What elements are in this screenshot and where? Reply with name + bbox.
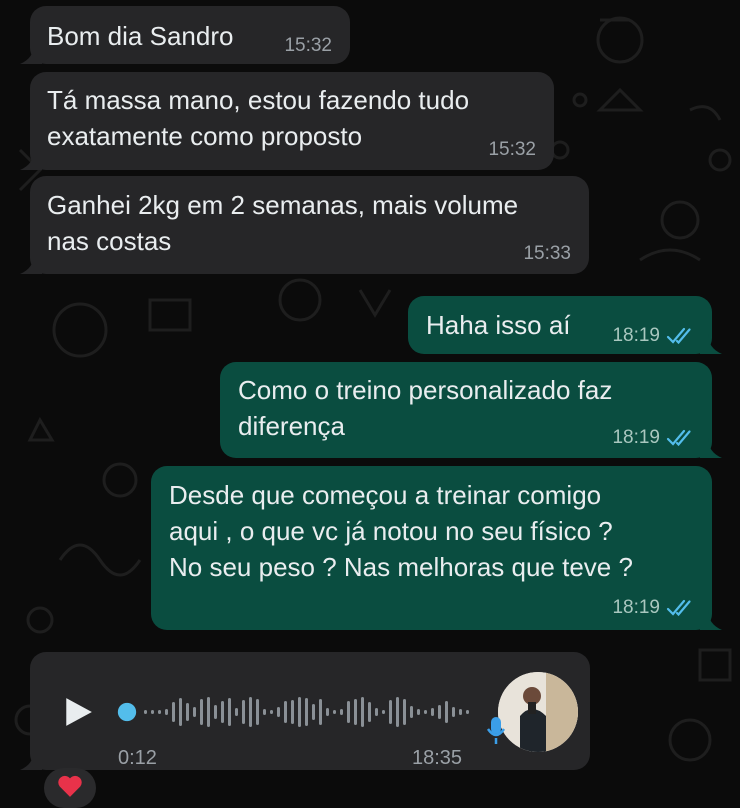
- voice-time: 18:35: [412, 747, 463, 769]
- waveform-bar: [361, 697, 364, 727]
- waveform-bar: [298, 697, 301, 727]
- message-bubble-outgoing[interactable]: Como o treino personalizado faz diferenç…: [220, 362, 722, 458]
- message-text-line: Tá massa mano, estou fazendo tudo: [47, 85, 470, 115]
- waveform-bar: [235, 708, 238, 716]
- waveform-bar: [221, 701, 224, 723]
- waveform-bar: [291, 700, 294, 724]
- message-time: 15:32: [488, 139, 536, 160]
- waveform-bar: [382, 710, 385, 714]
- waveform-bar: [179, 698, 182, 726]
- waveform-bar: [305, 698, 308, 726]
- message-time: 15:32: [284, 35, 332, 56]
- message-text-line: aqui , o que vc já notou no seu físico ?: [169, 516, 613, 546]
- voice-duration: 0:12: [118, 747, 157, 769]
- waveform-bar: [375, 708, 378, 716]
- waveform-bar: [410, 706, 413, 718]
- bubble-tail: [20, 150, 42, 170]
- waveform-bar: [431, 708, 434, 716]
- message-meta: 18:19: [612, 427, 694, 449]
- waveform-bar: [242, 700, 245, 724]
- waveform-bar: [165, 709, 168, 715]
- waveform-bar: [347, 701, 350, 723]
- waveform-bar: [256, 699, 259, 725]
- voice-message-bubble[interactable]: 0:12 18:35: [20, 652, 590, 770]
- message-bubble-outgoing[interactable]: Haha isso aí 18:19: [408, 296, 722, 354]
- heart-icon: [58, 775, 82, 797]
- bubble-tail: [700, 438, 722, 458]
- read-ticks-icon: [666, 429, 691, 447]
- waveform-bar: [417, 709, 420, 715]
- sender-avatar[interactable]: [498, 672, 578, 752]
- message-text-line: Ganhei 2kg em 2 semanas, mais volume: [47, 190, 519, 220]
- waveform-bar: [368, 702, 371, 722]
- reaction-badge[interactable]: [44, 768, 96, 808]
- read-ticks-icon: [666, 327, 691, 345]
- waveform-bar: [340, 709, 343, 715]
- waveform-bar: [193, 707, 196, 717]
- message-text-line: Como o treino personalizado faz: [238, 375, 613, 405]
- waveform-bar: [396, 697, 399, 727]
- waveform-bar: [172, 702, 175, 722]
- waveform-bar: [249, 697, 252, 727]
- waveform-bar: [445, 701, 448, 723]
- waveform-bar: [284, 701, 287, 723]
- waveform-bar: [354, 699, 357, 725]
- message-bubble-incoming[interactable]: Ganhei 2kg em 2 semanas, mais volume nas…: [20, 176, 589, 274]
- message-text-line: Haha isso aí: [426, 310, 571, 340]
- message-time: 15:33: [523, 243, 571, 264]
- bubble-tail: [20, 254, 42, 274]
- message-meta: 18:19: [612, 325, 694, 347]
- waveform-bar: [438, 705, 441, 719]
- waveform-bar: [228, 698, 231, 726]
- message-time: 18:19: [612, 325, 660, 346]
- voice-waveform[interactable]: [140, 687, 470, 737]
- message-bubble-incoming[interactable]: Bom dia Sandro 15:32: [20, 6, 350, 64]
- waveform-bar: [214, 705, 217, 719]
- waveform-bar: [270, 710, 273, 714]
- bubble-tail: [20, 750, 42, 770]
- play-icon[interactable]: [62, 696, 94, 728]
- waveform-bar: [333, 710, 336, 714]
- waveform-bar: [452, 707, 455, 717]
- waveform-bar: [263, 709, 266, 715]
- message-time: 18:19: [612, 427, 660, 448]
- waveform-bar: [200, 699, 203, 725]
- waveform-bar: [151, 710, 154, 714]
- waveform-bar: [326, 708, 329, 716]
- waveform-bar: [466, 710, 469, 714]
- waveform-bar: [207, 697, 210, 727]
- playback-progress-handle[interactable]: [116, 701, 138, 723]
- waveform-bar: [424, 710, 427, 714]
- message-text-line: nas costas: [47, 226, 172, 256]
- bubble-tail: [700, 610, 722, 630]
- waveform-bar: [158, 710, 161, 714]
- bubble-tail: [20, 44, 42, 64]
- waveform-bar: [312, 704, 315, 720]
- message-text-line: No seu peso ? Nas melhoras que teve ?: [169, 552, 633, 582]
- message-text-line: Bom dia Sandro: [47, 21, 234, 51]
- waveform-bar: [459, 709, 462, 715]
- message-text-line: diferença: [238, 411, 345, 441]
- waveform-bar: [277, 707, 280, 717]
- message-bubble-incoming[interactable]: Tá massa mano, estou fazendo tudo exatam…: [20, 72, 554, 170]
- read-ticks-icon: [666, 599, 691, 617]
- waveform-bar: [389, 700, 392, 724]
- waveform-bar: [319, 699, 322, 725]
- message-text-line: exatamente como proposto: [47, 121, 363, 151]
- message-time: 18:19: [612, 597, 660, 618]
- message-bubble-outgoing[interactable]: Desde que começou a treinar comigo aqui …: [151, 466, 722, 630]
- bubble-tail: [700, 334, 722, 354]
- avatar-photo: [498, 672, 578, 752]
- message-meta: 18:19: [612, 597, 694, 619]
- waveform-bar: [144, 710, 147, 714]
- message-text-line: Desde que começou a treinar comigo: [169, 480, 602, 510]
- waveform-bar: [403, 699, 406, 725]
- microphone-icon: [486, 717, 506, 744]
- waveform-bar: [186, 703, 189, 721]
